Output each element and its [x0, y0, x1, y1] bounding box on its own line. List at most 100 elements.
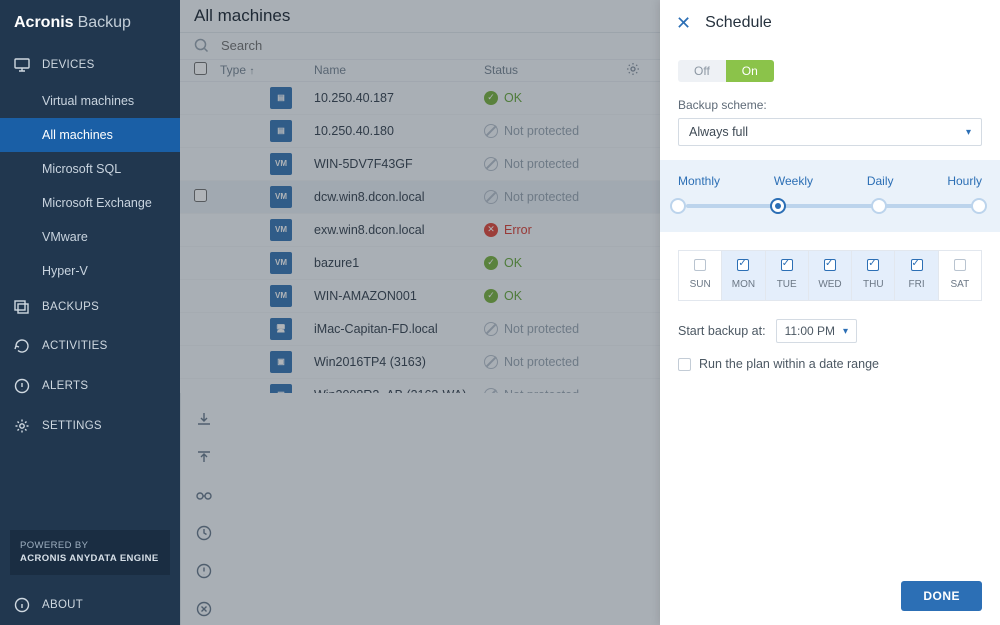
scheme-value: Always full	[689, 125, 748, 139]
nav-backups[interactable]: BACKUPS	[0, 288, 180, 326]
machine-type-icon: 🖥	[270, 318, 292, 340]
nav-about[interactable]: ABOUT	[0, 585, 180, 625]
toggle-on[interactable]: On	[726, 60, 774, 82]
schedule-toggle[interactable]: Off On	[678, 60, 774, 82]
frequency-track[interactable]	[678, 198, 982, 214]
rail-recover[interactable]	[188, 441, 220, 473]
machine-type-icon: VM	[270, 219, 292, 241]
day-checkbox[interactable]	[824, 259, 836, 271]
machine-status: ✕Error	[484, 223, 610, 237]
backups-icon	[14, 300, 30, 314]
freq-option[interactable]: Hourly	[947, 174, 982, 188]
day-sun[interactable]: SUN	[679, 251, 722, 300]
sidebar-item[interactable]: All machines	[0, 118, 180, 152]
start-label: Start backup at:	[678, 324, 766, 338]
schedule-panel: ✕ Schedule Off On Backup scheme: Always …	[660, 0, 1000, 625]
scheme-select[interactable]: Always full ▾	[678, 118, 982, 146]
sidebar-item[interactable]: Microsoft SQL	[0, 152, 180, 186]
frequency-selector: Monthly Weekly Daily Hourly	[660, 160, 1000, 232]
nav-activities[interactable]: ACTIVITIES	[0, 326, 180, 366]
powered-l1: POWERED BY	[20, 540, 160, 552]
powered-l2: ACRONIS ANYDATA ENGINE	[20, 553, 159, 564]
alerts-icon	[14, 378, 30, 394]
rail-overview[interactable]	[188, 479, 220, 511]
main: All machines ADD Type ↑ Name Status ▤10.…	[180, 0, 1000, 625]
freq-knob[interactable]	[670, 198, 686, 214]
rail-alerts[interactable]	[188, 555, 220, 587]
freq-knob[interactable]	[871, 198, 887, 214]
machine-type-icon: ▣	[270, 384, 292, 393]
freq-option[interactable]: Weekly	[774, 174, 813, 188]
gear-icon	[14, 418, 30, 434]
sidebar-item[interactable]: VMware	[0, 220, 180, 254]
download-icon	[195, 410, 213, 428]
day-wed[interactable]: WED	[809, 251, 852, 300]
panel-title: Schedule	[705, 14, 772, 32]
day-fri[interactable]: FRI	[895, 251, 938, 300]
machine-status: ✓OK	[484, 91, 610, 105]
sidebar-item[interactable]: Hyper-V	[0, 254, 180, 288]
sidebar-item[interactable]: Microsoft Exchange	[0, 186, 180, 220]
row-checkbox[interactable]	[194, 189, 207, 202]
day-checkbox[interactable]	[911, 259, 923, 271]
nav-alerts[interactable]: ALERTS	[0, 366, 180, 406]
sidebar: Acronis Backup DEVICES Virtual machinesA…	[0, 0, 180, 625]
machine-name: exw.win8.dcon.local	[314, 223, 484, 237]
day-checkbox[interactable]	[781, 259, 793, 271]
freq-option[interactable]: Monthly	[678, 174, 720, 188]
machine-type-icon: VM	[270, 186, 292, 208]
brand-name: Acronis	[14, 14, 74, 32]
day-tue[interactable]: TUE	[766, 251, 809, 300]
machine-status: Not protected	[484, 388, 610, 393]
toggle-off[interactable]: Off	[678, 60, 726, 82]
day-checkbox[interactable]	[867, 259, 879, 271]
day-sat[interactable]: SAT	[939, 251, 981, 300]
rail-activities[interactable]	[188, 517, 220, 549]
rail-delete[interactable]	[188, 593, 220, 625]
day-selector: SUNMONTUEWEDTHUFRISAT	[678, 250, 982, 301]
action-rail	[180, 393, 226, 625]
close-button[interactable]: ✕	[676, 13, 691, 34]
machine-type-icon: VM	[270, 285, 292, 307]
freq-knob[interactable]	[770, 198, 786, 214]
select-all-checkbox[interactable]	[194, 62, 207, 75]
machine-type-icon: VM	[270, 153, 292, 175]
col-type[interactable]: Type ↑	[220, 63, 270, 77]
day-mon[interactable]: MON	[722, 251, 765, 300]
activities-icon	[14, 338, 30, 354]
col-name[interactable]: Name	[314, 63, 484, 77]
day-checkbox[interactable]	[737, 259, 749, 271]
day-thu[interactable]: THU	[852, 251, 895, 300]
machine-status: Not protected	[484, 124, 610, 138]
nav-devices[interactable]: DEVICES	[0, 46, 180, 84]
day-checkbox[interactable]	[694, 259, 706, 271]
machine-status: Not protected	[484, 322, 610, 336]
panel-header: ✕ Schedule	[660, 0, 1000, 46]
rail-download[interactable]	[188, 403, 220, 435]
start-time-select[interactable]: 11:00 PM ▾	[776, 319, 858, 343]
gear-icon[interactable]	[626, 62, 640, 76]
start-time-value: 11:00 PM	[785, 324, 835, 338]
nav-backups-label: BACKUPS	[42, 301, 99, 313]
day-checkbox[interactable]	[954, 259, 966, 271]
col-status[interactable]: Status	[484, 63, 610, 77]
alert-icon	[195, 562, 213, 580]
upload-icon	[195, 448, 213, 466]
freq-knob[interactable]	[971, 198, 987, 214]
machine-status: Not protected	[484, 190, 610, 204]
date-range-option[interactable]: Run the plan within a date range	[678, 357, 982, 371]
nav-devices-label: DEVICES	[42, 59, 95, 71]
machine-type-icon: ▤	[270, 87, 292, 109]
freq-option[interactable]: Daily	[867, 174, 894, 188]
machine-name: iMac-Capitan-FD.local	[314, 322, 484, 336]
nav-settings-label: SETTINGS	[42, 420, 102, 432]
nav-settings[interactable]: SETTINGS	[0, 406, 180, 446]
machine-name: 10.250.40.187	[314, 91, 484, 105]
machine-type-icon: ▤	[270, 120, 292, 142]
date-range-checkbox[interactable]	[678, 358, 691, 371]
done-button[interactable]: DONE	[901, 581, 982, 611]
machine-name: bazure1	[314, 256, 484, 270]
monitor-icon	[14, 58, 30, 72]
machine-status: ✓OK	[484, 289, 610, 303]
sidebar-item[interactable]: Virtual machines	[0, 84, 180, 118]
